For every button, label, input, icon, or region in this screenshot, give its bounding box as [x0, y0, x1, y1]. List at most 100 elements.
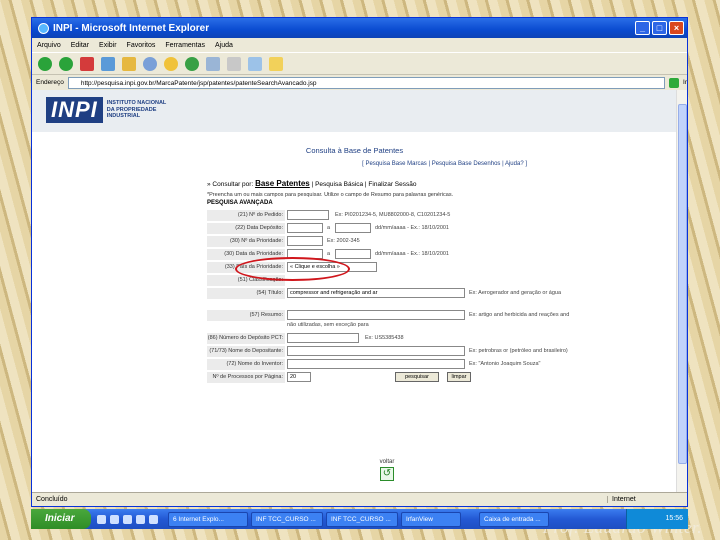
data-prioridade-hint: dd/mm/aaaa - Ex.: 18/10/2001: [375, 251, 449, 257]
taskbar-item-inbox[interactable]: Caixa de entrada ...: [479, 511, 549, 527]
menu-arquivo[interactable]: Arquivo: [37, 42, 61, 49]
advanced-search-form: *Preencha um ou mais campos para pesquis…: [207, 192, 569, 392]
stop-icon[interactable]: [80, 56, 94, 71]
inventor-hint: Ex: "Antonio Joaquim Souza": [469, 361, 541, 367]
refresh-icon[interactable]: [101, 56, 115, 71]
row-data-deposito: (22) Data Depósito: a dd/mm/aaaa - Ex.: …: [207, 223, 567, 234]
data-deposito-from-input[interactable]: [287, 223, 323, 233]
address-label: Endereço: [36, 79, 64, 86]
search-icon[interactable]: [143, 56, 157, 71]
numero-pedido-label: (21) Nº do Pedido:: [207, 210, 285, 221]
row-numero-pct: (86) Número do Depósito PCT: Ex: US53854…: [207, 333, 567, 344]
back-arrow-icon[interactable]: ↺: [380, 467, 394, 481]
start-button[interactable]: Iniciar: [31, 509, 91, 529]
menu-favoritos[interactable]: Favoritos: [127, 42, 156, 49]
breadcrumb: » Consultar por: Base Patentes | Pesquis…: [207, 179, 677, 188]
numero-pct-input[interactable]: [287, 333, 359, 343]
breadcrumb-links[interactable]: | Pesquisa Básica | Finalizar Sessão: [312, 181, 417, 188]
titulo-hint: Ex: Aerogerador and geração or água: [469, 290, 562, 296]
menu-exibir[interactable]: Exibir: [99, 42, 117, 49]
form-title: PESQUISA AVANÇADA: [207, 200, 273, 206]
title-bar[interactable]: INPI - Microsoft Internet Explorer _ □ ×: [32, 18, 687, 38]
edit-icon[interactable]: [248, 56, 262, 71]
inventor-label: (72) Nome do Inventor:: [207, 359, 285, 370]
home-icon[interactable]: [122, 56, 136, 71]
row-processos: Nº de Processos por Página: 20 pesquisar…: [207, 372, 567, 383]
toolbar: [32, 52, 687, 74]
go-icon[interactable]: [669, 77, 680, 88]
numero-prioridade-label: (30) Nº da Prioridade:: [207, 236, 285, 247]
print-icon[interactable]: [227, 56, 241, 71]
close-button[interactable]: ×: [669, 21, 684, 35]
scrollbar-thumb[interactable]: [678, 104, 687, 464]
breadcrumb-prefix: » Consultar por:: [207, 181, 254, 188]
titulo-label: (54) Título:: [207, 288, 285, 299]
limpar-button[interactable]: limpar: [447, 372, 471, 382]
highlight-ellipse: [235, 257, 350, 281]
history-icon[interactable]: [185, 56, 199, 71]
back-icon[interactable]: [38, 56, 52, 71]
minimize-button[interactable]: _: [635, 21, 650, 35]
inventor-input[interactable]: [287, 359, 465, 369]
data-deposito-to-input[interactable]: [335, 223, 371, 233]
go-label[interactable]: Ir: [683, 79, 687, 86]
inpi-banner: INPI INSTITUTO NACIONAL DA PROPRIEDADE I…: [32, 90, 677, 132]
menu-ajuda[interactable]: Ajuda: [215, 42, 233, 49]
forward-icon[interactable]: [59, 56, 73, 71]
processos-select[interactable]: 20: [287, 372, 311, 382]
row-numero-prioridade: (30) Nº da Prioridade: Ex: 2002-345: [207, 236, 567, 247]
page-title: Consulta à Base de Patentes: [305, 146, 404, 155]
vertical-scrollbar[interactable]: [676, 90, 687, 493]
row-numero-pedido: (21) Nº do Pedido: Ex: PI0201234-5, MU88…: [207, 210, 567, 221]
resumo-hint-2: não utilizadas, sem exceção para: [287, 322, 369, 328]
resumo-input[interactable]: [287, 310, 465, 320]
numero-prioridade-input[interactable]: [287, 236, 323, 246]
address-input[interactable]: http://pesquisa.inpi.gov.br/MarcaPatente…: [67, 76, 666, 89]
taskbar-item-tcc-1[interactable]: INF TCC_CURSO ...: [251, 511, 323, 527]
inpi-logo[interactable]: INPI INSTITUTO NACIONAL DA PROPRIEDADE I…: [46, 96, 176, 124]
folder-icon[interactable]: [269, 56, 283, 71]
numero-pedido-input[interactable]: [287, 210, 329, 220]
logo-text: INPI: [46, 97, 103, 123]
breadcrumb-base-patentes[interactable]: Base Patentes: [255, 179, 310, 188]
pesquisar-button[interactable]: pesquisar: [395, 372, 439, 382]
numero-prioridade-hint: Ex: 2002-345: [327, 238, 360, 244]
top-links[interactable]: [ Pesquisa Base Marcas | Pesquisa Base D…: [32, 161, 527, 167]
data-prioridade-to-input[interactable]: [335, 249, 371, 259]
data-deposito-between: a: [327, 225, 331, 231]
row-titulo: (54) Título: compressor and refrigeração…: [207, 288, 567, 299]
system-tray-clock: 15:56: [626, 509, 688, 529]
data-deposito-label: (22) Data Depósito:: [207, 223, 285, 234]
depositante-hint: Ex: petrobras or (petróleo and brasileir…: [469, 348, 568, 354]
favorites-icon[interactable]: [164, 56, 178, 71]
numero-pct-label: (86) Número do Depósito PCT:: [207, 333, 285, 344]
quick-launch-icon[interactable]: [136, 514, 145, 524]
quick-launch: [97, 514, 158, 524]
mail-icon[interactable]: [206, 56, 220, 71]
menu-ferramentas[interactable]: Ferramentas: [165, 42, 205, 49]
status-text: Concluído: [36, 496, 68, 503]
quick-launch-icon[interactable]: [97, 514, 106, 524]
depositante-input[interactable]: [287, 346, 465, 356]
maximize-button[interactable]: □: [652, 21, 667, 35]
row-depositante: (71/73) Nome do Depositante: Ex: petrobr…: [207, 346, 568, 357]
menu-editar[interactable]: Editar: [71, 42, 89, 49]
taskbar-item-irfanview[interactable]: IrfanView: [401, 511, 461, 527]
voltar-label: voltar: [379, 459, 395, 465]
voltar-link[interactable]: voltar ↺: [372, 459, 402, 481]
logo-subtitle: INSTITUTO NACIONAL DA PROPRIEDADE INDUST…: [106, 100, 167, 120]
quick-launch-icon[interactable]: [110, 514, 119, 524]
titulo-input[interactable]: compressor and refrigeração and ar: [287, 288, 465, 298]
internet-explorer-icon: [38, 22, 49, 34]
row-inventor: (72) Nome do Inventor: Ex: "Antonio Joaq…: [207, 359, 567, 370]
taskbar-item-tcc-2[interactable]: INF TCC_CURSO ...: [326, 511, 398, 527]
taskbar-item-ie[interactable]: 6 Internet Explo...: [168, 511, 248, 527]
quick-launch-icon[interactable]: [123, 514, 132, 524]
numero-pedido-hint: Ex: PI0201234-5, MU8802000-8, C10201234-…: [335, 212, 451, 218]
data-deposito-hint: dd/mm/aaaa - Ex.: 18/10/2001: [375, 225, 449, 231]
quick-launch-icon[interactable]: [149, 514, 158, 524]
browser-window: INPI - Microsoft Internet Explorer _ □ ×…: [31, 17, 688, 507]
depositante-label: (71/73) Nome do Depositante:: [207, 346, 285, 357]
address-bar: Endereço http://pesquisa.inpi.gov.br/Mar…: [32, 74, 687, 90]
row-resumo-note: não utilizadas, sem exceção para: [207, 320, 567, 331]
